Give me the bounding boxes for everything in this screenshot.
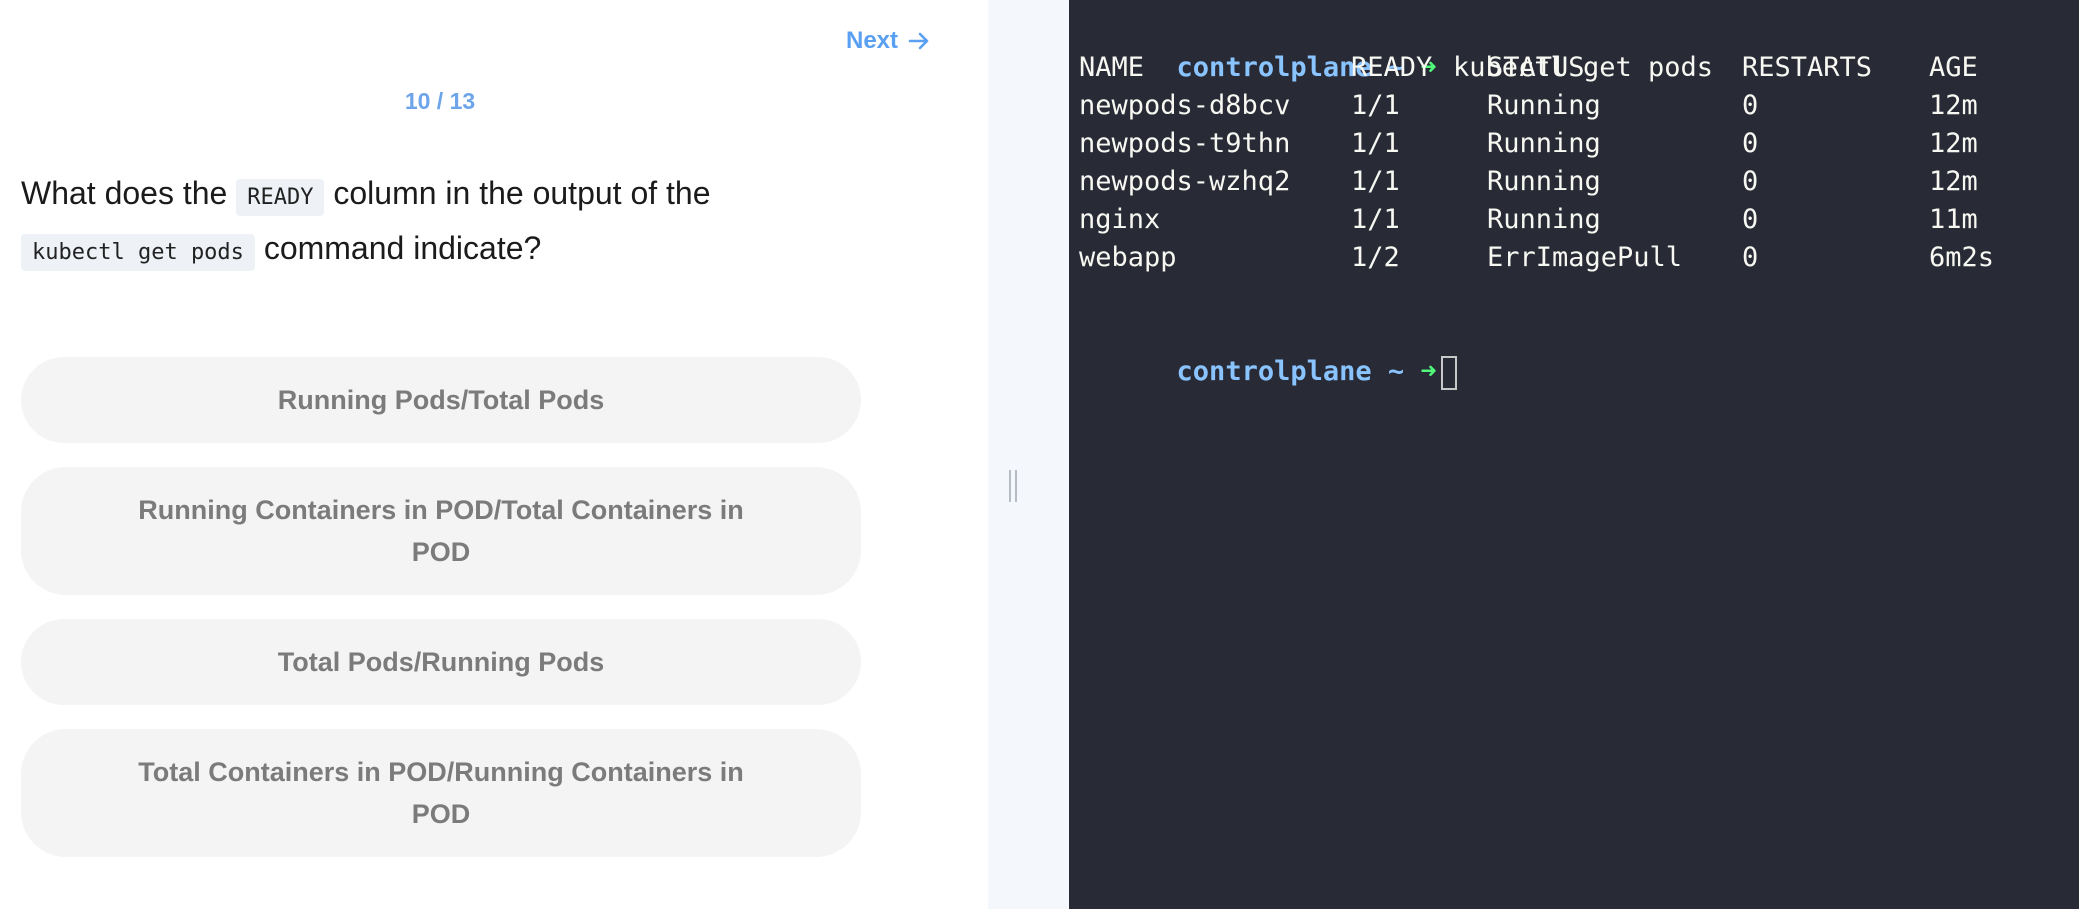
table-row: newpods-wzhq2 1/1 Running 0 12m bbox=[1079, 163, 2079, 201]
pod-status: Running bbox=[1487, 204, 1601, 235]
column-header: NAME bbox=[1079, 52, 1145, 83]
answer-option-label: Running Pods/Total Pods bbox=[277, 385, 605, 415]
panel-splitter[interactable] bbox=[988, 0, 1069, 909]
terminal-cursor bbox=[1440, 355, 1457, 390]
quiz-panel: Next 10 / 13 What does the READY column … bbox=[0, 0, 988, 909]
answer-option-4[interactable]: Total Containers in POD/Running Containe… bbox=[21, 729, 861, 857]
pod-restarts: 0 bbox=[1742, 90, 1759, 121]
pod-name: nginx bbox=[1079, 204, 1161, 235]
pod-name: newpods-d8bcv bbox=[1079, 90, 1291, 121]
prompt-host: controlplane bbox=[1176, 356, 1372, 387]
pod-ready: 1/1 bbox=[1351, 166, 1400, 197]
terminal-input-line[interactable]: controlplane ~ ➜ bbox=[1079, 315, 2079, 390]
pod-ready: 1/1 bbox=[1351, 90, 1400, 121]
pod-age: 11m bbox=[1929, 204, 1978, 235]
column-header: READY bbox=[1351, 52, 1433, 83]
prompt-arrow-icon: ➜ bbox=[1420, 356, 1437, 387]
table-row: newpods-t9thn 1/1 Running 0 12m bbox=[1079, 125, 2079, 163]
answer-options: Running Pods/Total Pods Running Containe… bbox=[21, 357, 861, 881]
answer-option-1[interactable]: Running Pods/Total Pods bbox=[21, 357, 861, 443]
table-row: newpods-d8bcv 1/1 Running 0 12m bbox=[1079, 87, 2079, 125]
terminal[interactable]: controlplane ~ ➜ kubectl get pods NAME R… bbox=[1069, 0, 2079, 909]
column-header: AGE bbox=[1929, 52, 1978, 83]
pod-age: 12m bbox=[1929, 128, 1978, 159]
next-button-label: Next bbox=[846, 27, 899, 54]
pod-restarts: 0 bbox=[1742, 166, 1759, 197]
question-part-1: What does the bbox=[21, 175, 237, 211]
pod-status: Running bbox=[1487, 166, 1601, 197]
pod-age: 12m bbox=[1929, 166, 1978, 197]
pod-restarts: 0 bbox=[1742, 204, 1759, 235]
pod-age: 12m bbox=[1929, 90, 1978, 121]
question-progress: 10 / 13 bbox=[404, 88, 476, 114]
terminal-table-header: NAME READY STATUS RESTARTS AGE bbox=[1079, 49, 2079, 87]
app-root: Next 10 / 13 What does the READY column … bbox=[0, 0, 2079, 909]
answer-option-label: Total Containers in POD/Running Containe… bbox=[138, 757, 744, 829]
prompt-tilde: ~ bbox=[1387, 356, 1405, 387]
pod-status: Running bbox=[1487, 90, 1601, 121]
pod-name: newpods-t9thn bbox=[1079, 128, 1291, 159]
pod-ready: 1/2 bbox=[1351, 242, 1400, 273]
question-text: What does the READY column in the output… bbox=[21, 168, 861, 278]
column-header: STATUS bbox=[1487, 52, 1585, 83]
answer-option-label: Total Pods/Running Pods bbox=[277, 647, 605, 677]
pod-age: 6m2s bbox=[1929, 242, 1995, 273]
drag-handle-icon[interactable] bbox=[1008, 470, 1018, 502]
pod-ready: 1/1 bbox=[1351, 204, 1400, 235]
terminal-command-line: controlplane ~ ➜ kubectl get pods bbox=[1079, 11, 2079, 83]
question-part-2: column in the output of the bbox=[324, 175, 711, 211]
question-code-command: kubectl get pods bbox=[21, 234, 255, 271]
question-code-ready: READY bbox=[236, 179, 325, 216]
pod-status: ErrImagePull bbox=[1487, 242, 1683, 273]
table-row: webapp 1/2 ErrImagePull 0 6m2s bbox=[1079, 239, 2079, 277]
question-part-3: command indicate? bbox=[254, 230, 542, 266]
table-row: nginx 1/1 Running 0 11m bbox=[1079, 201, 2079, 239]
pod-restarts: 0 bbox=[1742, 242, 1759, 273]
answer-option-3[interactable]: Total Pods/Running Pods bbox=[21, 619, 861, 705]
answer-option-2[interactable]: Running Containers in POD/Total Containe… bbox=[21, 467, 861, 595]
answer-option-label: Running Containers in POD/Total Containe… bbox=[138, 495, 744, 567]
pod-status: Running bbox=[1487, 128, 1601, 159]
arrow-right-icon bbox=[908, 31, 930, 51]
column-header: RESTARTS bbox=[1742, 52, 1873, 83]
next-button[interactable]: Next bbox=[846, 24, 930, 58]
pod-name: webapp bbox=[1079, 242, 1177, 273]
pod-name: newpods-wzhq2 bbox=[1079, 166, 1291, 197]
pod-restarts: 0 bbox=[1742, 128, 1759, 159]
pod-ready: 1/1 bbox=[1351, 128, 1400, 159]
